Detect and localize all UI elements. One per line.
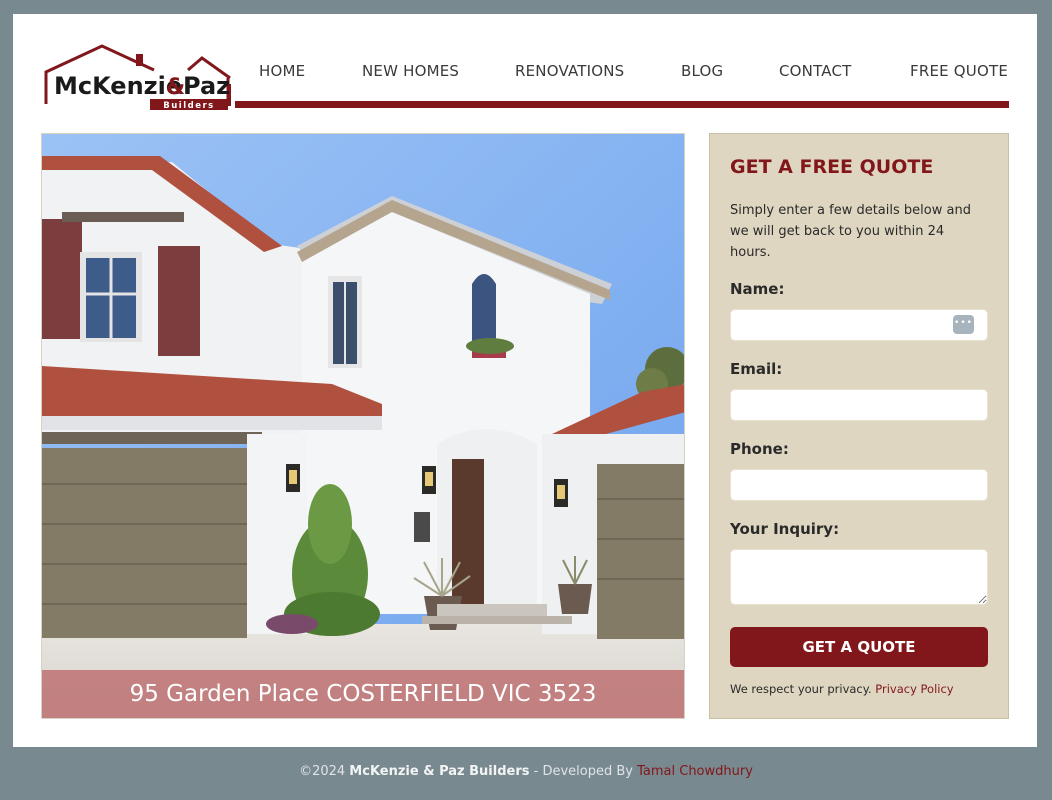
- privacy-policy-link[interactable]: Privacy Policy: [875, 682, 953, 696]
- footer-copyright: ©2024: [299, 764, 346, 779]
- logo-text-paz: Paz: [183, 72, 230, 100]
- footer-developed-by: - Developed By: [533, 764, 633, 779]
- main-navigation: HOME NEW HOMES RENOVATIONS BLOG CONTACT …: [235, 58, 1009, 88]
- name-label: Name:: [730, 280, 785, 298]
- inquiry-textarea[interactable]: [730, 549, 988, 605]
- quote-form-description: Simply enter a few details below and we …: [730, 203, 971, 260]
- nav-item-new-homes[interactable]: NEW HOMES: [362, 62, 459, 80]
- phone-input[interactable]: [730, 469, 988, 501]
- email-label: Email:: [730, 360, 783, 378]
- property-address-caption: 95 Garden Place COSTERFIELD VIC 3523: [42, 670, 684, 718]
- site-footer: ©2024 McKenzie & Paz Builders - Develope…: [0, 764, 1052, 779]
- logo-graphic: McKenzie & Paz Builders: [44, 44, 231, 111]
- nav-underline-bar: [235, 101, 1009, 108]
- name-input[interactable]: [730, 309, 988, 341]
- privacy-notice: We respect your privacy. Privacy Policy: [730, 682, 954, 696]
- nav-item-free-quote[interactable]: FREE QUOTE: [910, 62, 1008, 80]
- logo-text-builders: Builders: [163, 101, 214, 111]
- quote-form-panel: GET A FREE QUOTE Simply enter a few deta…: [709, 133, 1009, 719]
- autofill-key-icon[interactable]: •••: [953, 315, 974, 334]
- footer-developer-link[interactable]: Tamal Chowdhury: [637, 764, 753, 779]
- nav-item-blog[interactable]: BLOG: [681, 62, 723, 80]
- privacy-text: We respect your privacy.: [730, 682, 872, 696]
- email-input[interactable]: [730, 389, 988, 421]
- nav-item-contact[interactable]: CONTACT: [779, 62, 852, 80]
- quote-form-title: GET A FREE QUOTE: [730, 156, 934, 178]
- footer-company-name: McKenzie & Paz Builders: [349, 764, 530, 779]
- nav-item-renovations[interactable]: RENOVATIONS: [515, 62, 624, 80]
- get-quote-button[interactable]: GET A QUOTE: [730, 627, 988, 667]
- logo-text-mckenzie: McKenzie: [54, 72, 182, 100]
- company-logo[interactable]: McKenzie & Paz Builders: [42, 44, 232, 112]
- phone-label: Phone:: [730, 440, 789, 458]
- inquiry-label: Your Inquiry:: [730, 520, 840, 538]
- hero-image: 95 Garden Place COSTERFIELD VIC 3523: [41, 133, 685, 719]
- page-container: McKenzie & Paz Builders HOME NEW HOMES R…: [13, 14, 1037, 747]
- house-photo: [42, 134, 684, 718]
- nav-item-home[interactable]: HOME: [259, 62, 305, 80]
